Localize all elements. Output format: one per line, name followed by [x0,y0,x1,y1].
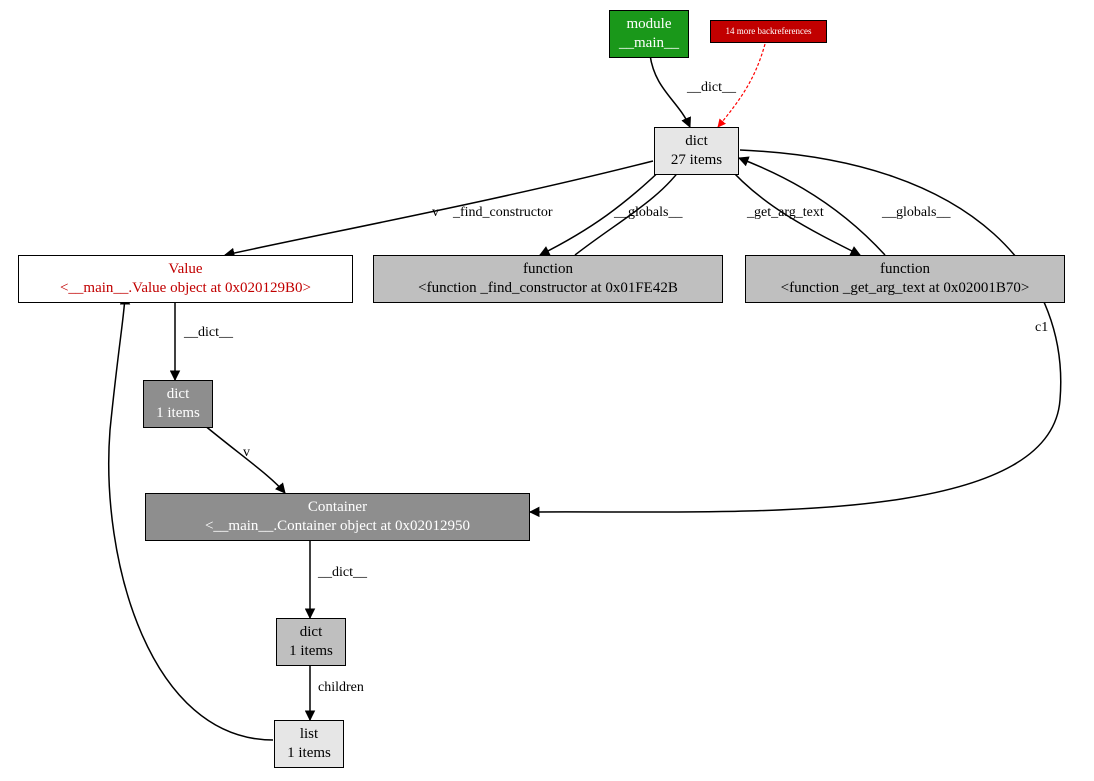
node-dict1b-line2: 1 items [285,642,337,661]
node-func2: function <function _get_arg_text at 0x02… [745,255,1065,303]
node-func1-line2: <function _find_constructor at 0x01FE42B [382,279,714,298]
node-dict1a: dict 1 items [143,380,213,428]
edge-label-find-ctor: _find_constructor [453,205,553,221]
node-dict1b-line1: dict [285,623,337,642]
node-container: Container <__main__.Container object at … [145,493,530,541]
node-dict1a-line1: dict [152,385,204,404]
edge-label-cont-dict: __dict__ [318,565,367,581]
node-value-line2: <__main__.Value object at 0x020129B0> [27,279,344,298]
edge-label-v2: v [243,445,250,461]
edge-label-get-arg: _get_arg_text [747,205,824,221]
node-container-line1: Container [154,498,521,517]
node-func2-line2: <function _get_arg_text at 0x02001B70> [754,279,1056,298]
node-module-line2: __main__ [618,34,680,53]
edge-label-c1: c1 [1035,320,1048,336]
diagram-canvas: module __main__ 14 more backreferences d… [0,0,1094,781]
node-dict27-line1: dict [663,132,730,151]
node-list1-line1: list [283,725,335,744]
node-backrefs: 14 more backreferences [710,20,827,43]
edge-label-value-dict: __dict__ [184,325,233,341]
edge-label-globals1: __globals__ [614,205,682,221]
node-func1-line1: function [382,260,714,279]
node-module-line1: module [618,15,680,34]
node-dict27-line2: 27 items [663,151,730,170]
node-module: module __main__ [609,10,689,58]
node-container-line2: <__main__.Container object at 0x02012950 [154,517,521,536]
node-value: Value <__main__.Value object at 0x020129… [18,255,353,303]
node-value-line1: Value [27,260,344,279]
edge-label-v: v [432,205,439,221]
node-list1-line2: 1 items [283,744,335,763]
node-list1: list 1 items [274,720,344,768]
node-dict1b: dict 1 items [276,618,346,666]
node-func2-line1: function [754,260,1056,279]
node-backrefs-text: 14 more backreferences [719,26,818,37]
node-dict1a-line2: 1 items [152,404,204,423]
edge-label-module-dict27: __dict__ [687,80,736,96]
node-func1: function <function _find_constructor at … [373,255,723,303]
node-dict27: dict 27 items [654,127,739,175]
edge-label-children: children [318,680,364,696]
edge-label-globals2: __globals__ [882,205,950,221]
